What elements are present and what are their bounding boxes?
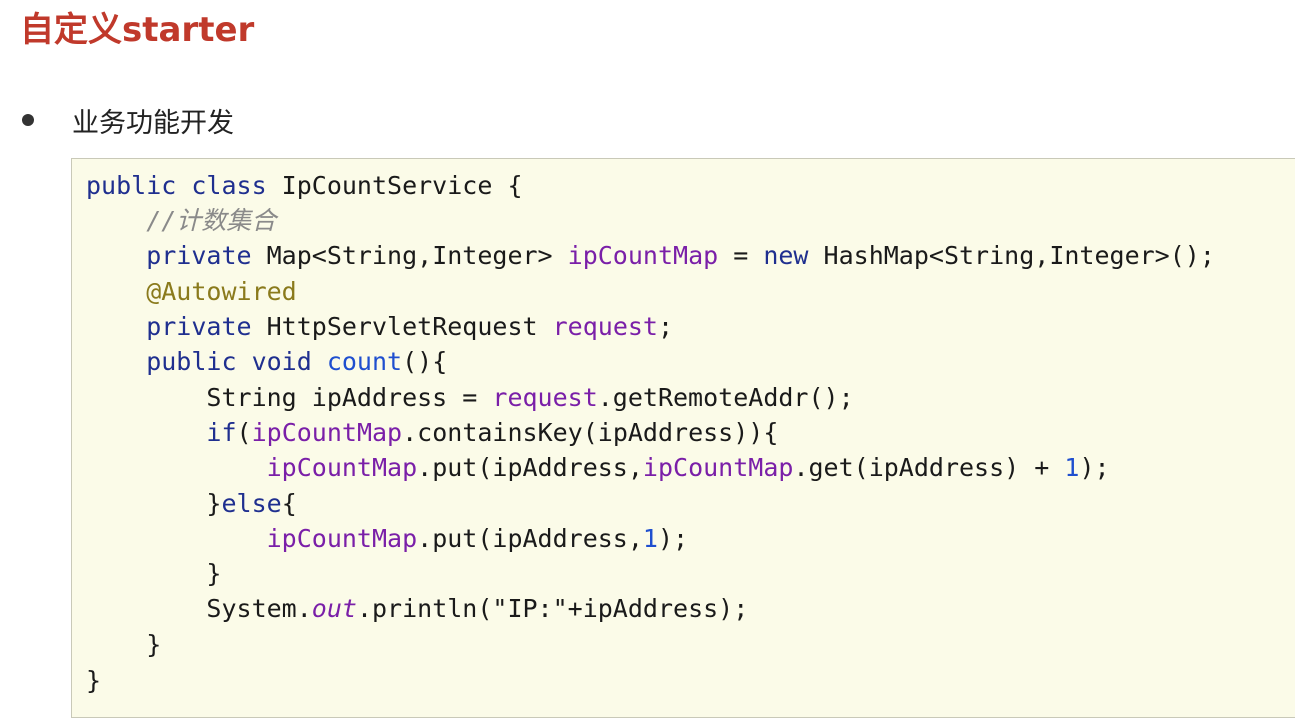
code-token: new <box>763 241 824 270</box>
code-token: @Autowired <box>86 277 297 306</box>
code-line: ipCountMap.put(ipAddress,ipCountMap.get(… <box>86 451 1110 485</box>
code-token: //计数集合 <box>86 206 277 235</box>
code-line: }else{ <box>86 487 297 521</box>
code-line: //计数集合 <box>86 204 276 238</box>
code-token: out <box>311 594 357 623</box>
code-token: private <box>86 241 267 270</box>
code-token: ipCountMap <box>567 241 719 270</box>
code-block: public class IpCountService { //计数集合 pri… <box>71 158 1295 718</box>
code-token: private <box>86 312 267 341</box>
code-token: ipCountMap <box>642 453 794 482</box>
code-token: ); <box>1079 453 1110 482</box>
code-token: else <box>221 489 282 518</box>
code-token: ipCountMap <box>266 524 418 553</box>
bullet-text: 业务功能开发 <box>72 107 234 139</box>
bullet-dot-icon <box>22 114 34 126</box>
code-token: ; <box>657 312 674 341</box>
code-token: .getRemoteAddr(); <box>597 383 854 412</box>
code-line: private Map<String,Integer> ipCountMap =… <box>86 239 1215 273</box>
code-line: System.out.println("IP:"+ipAddress); <box>86 592 748 626</box>
code-token: } <box>86 559 222 588</box>
code-token: } <box>86 489 222 518</box>
code-token: HashMap<String,Integer>(); <box>823 241 1215 270</box>
code-token: ); <box>657 524 689 553</box>
code-token: System. <box>86 594 312 623</box>
code-token: ipCountMap <box>251 418 403 447</box>
code-token: HttpServletRequest <box>266 312 553 341</box>
code-token: 1 <box>642 524 658 553</box>
code-token: .get(ipAddress) + <box>793 453 1065 482</box>
code-line: ipCountMap.put(ipAddress,1); <box>86 522 688 556</box>
code-token: ipCountMap <box>266 453 418 482</box>
code-token: public class <box>86 171 282 200</box>
code-token: } <box>86 666 102 695</box>
code-token: .containsKey(ipAddress)){ <box>402 418 779 447</box>
code-line: } <box>86 557 221 591</box>
code-line: private HttpServletRequest request; <box>86 310 673 344</box>
code-token: { <box>281 489 297 518</box>
code-token: } <box>86 630 162 659</box>
bullet-item: 业务功能开发 <box>22 100 234 140</box>
code-token: count <box>326 347 403 376</box>
code-token: .put(ipAddress, <box>417 524 643 553</box>
code-token: ( <box>236 418 252 447</box>
code-token: IpCountService { <box>281 171 523 200</box>
code-line: public void count(){ <box>86 345 447 379</box>
code-line: } <box>86 628 161 662</box>
code-token: 1 <box>1064 453 1080 482</box>
code-line: String ipAddress = request.getRemoteAddr… <box>86 381 854 415</box>
code-token: (){ <box>402 347 448 376</box>
code-token: .put(ipAddress, <box>417 453 643 482</box>
code-token: = <box>718 241 764 270</box>
code-token: .println("IP:"+ipAddress); <box>356 594 749 623</box>
code-token: if <box>206 418 237 447</box>
code-line: } <box>86 664 101 698</box>
code-line: if(ipCountMap.containsKey(ipAddress)){ <box>86 416 778 450</box>
code-token: request <box>552 312 658 341</box>
code-token: String ipAddress = <box>86 383 493 412</box>
code-line: @Autowired <box>86 275 297 309</box>
slide-title: 自定义starter <box>20 10 255 50</box>
code-token: Map<String,Integer> <box>266 241 568 270</box>
code-line: public class IpCountService { <box>86 169 523 203</box>
code-token: public void <box>86 347 327 376</box>
code-token: request <box>492 383 598 412</box>
